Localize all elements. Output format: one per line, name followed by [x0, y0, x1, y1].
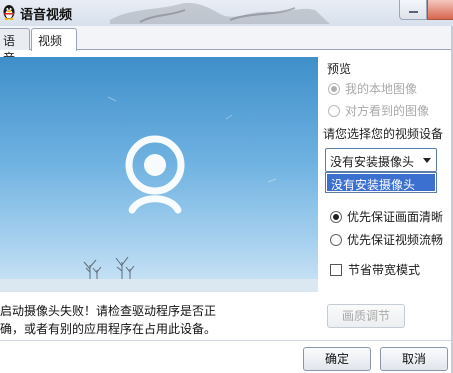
bandwidth-saving-option[interactable]: 节省带宽模式	[330, 261, 420, 278]
adjust-quality-button[interactable]: 画质调节	[327, 304, 405, 328]
bandwidth-saving-checkbox[interactable]	[330, 263, 342, 276]
minimize-button[interactable]	[399, 0, 427, 20]
cloud-streaks	[107, 96, 277, 183]
radio-remote-image[interactable]: 对方看到的图像	[328, 102, 429, 119]
qq-penguin-icon	[2, 4, 16, 20]
webcam-icon	[125, 135, 185, 214]
radio-button[interactable]	[330, 233, 342, 246]
snow-ground	[0, 279, 318, 292]
tree-silhouettes	[83, 256, 135, 279]
title-bar: 语音视频	[0, 0, 453, 26]
tab-voice[interactable]: 语音	[0, 28, 30, 65]
dropdown-option[interactable]: 没有安装摄像头	[327, 174, 435, 192]
radio-clarity-priority[interactable]: 优先保证画面清晰	[330, 208, 443, 225]
radio-button[interactable]	[328, 104, 340, 117]
radio-local-image[interactable]: 我的本地图像	[328, 80, 417, 97]
cancel-button[interactable]: 取消	[380, 347, 448, 371]
device-dropdown-list: 没有安装摄像头	[325, 172, 437, 193]
radio-label: 对方看到的图像	[345, 104, 430, 118]
tab-video[interactable]: 视频	[31, 28, 77, 51]
radio-label: 优先保证视频流畅	[347, 233, 444, 247]
ink-painting-decoration	[110, 2, 330, 24]
radio-label: 优先保证画面清晰	[347, 210, 444, 224]
divider	[0, 340, 453, 341]
close-button[interactable]	[427, 0, 453, 20]
window-title: 语音视频	[20, 8, 73, 23]
device-prompt: 请您选择您的视频设备	[323, 127, 444, 141]
preview-label: 预览	[327, 62, 352, 76]
device-select[interactable]: 没有安装摄像头	[325, 148, 437, 172]
radio-button[interactable]	[328, 82, 340, 95]
camera-error-message: 启动摄像头失败！请检查驱动程序是否正确，或者有别的应用程序在占用此设备。	[0, 304, 217, 336]
chevron-down-icon	[423, 158, 431, 163]
radio-button[interactable]	[330, 210, 342, 223]
device-select-value: 没有安装摄像头	[330, 155, 415, 169]
radio-label: 我的本地图像	[345, 82, 418, 96]
ok-button[interactable]: 确定	[303, 347, 371, 371]
video-preview	[0, 57, 318, 292]
bandwidth-saving-label: 节省带宽模式	[348, 263, 421, 277]
tab-bar: 语音 视频	[0, 26, 453, 65]
radio-smoothness-priority[interactable]: 优先保证视频流畅	[330, 231, 443, 248]
